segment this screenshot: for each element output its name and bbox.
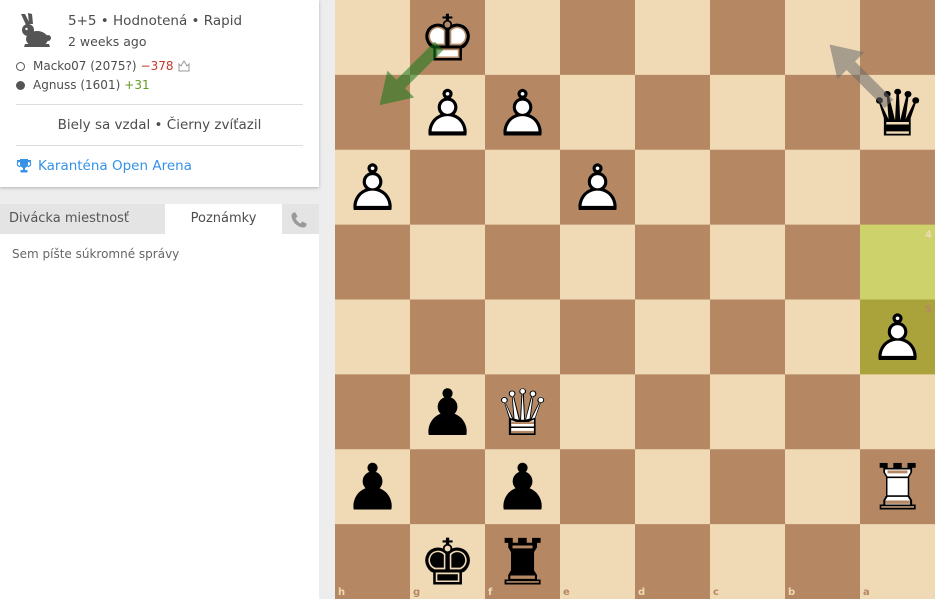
- file-label-f: f: [488, 587, 493, 598]
- square-f5[interactable]: [485, 299, 561, 375]
- square-e1[interactable]: [560, 0, 636, 76]
- rank-label-3: 3: [925, 155, 932, 166]
- square-g3[interactable]: [410, 149, 486, 226]
- white-pawn-h3[interactable]: ♙: [344, 152, 401, 226]
- phone-icon[interactable]: [290, 211, 308, 229]
- square-b4[interactable]: [785, 224, 861, 300]
- trophy-icon: [16, 159, 32, 173]
- file-label-c: c: [713, 587, 719, 598]
- square-d7[interactable]: [635, 449, 711, 525]
- player-white: Macko07 (2075?) −378: [16, 59, 191, 73]
- square-a8[interactable]: [860, 524, 935, 599]
- game-title: 5+5 • Hodnotená • Rapid: [68, 13, 243, 29]
- square-a6[interactable]: [860, 374, 935, 450]
- square-e6[interactable]: [560, 374, 636, 450]
- square-e2[interactable]: [560, 74, 636, 151]
- square-b8[interactable]: [785, 524, 861, 599]
- white-color-dot: [16, 61, 25, 71]
- file-label-b: b: [788, 587, 795, 598]
- square-h1[interactable]: [335, 0, 411, 76]
- square-g7[interactable]: [410, 449, 486, 525]
- white-queen-f6[interactable]: ♕: [494, 377, 551, 451]
- square-f1[interactable]: [485, 0, 561, 76]
- square-d6[interactable]: [635, 374, 711, 450]
- rank-label-4: 4: [925, 230, 932, 241]
- square-e7[interactable]: [560, 449, 636, 525]
- notes-placeholder: Sem píšte súkromné správy: [12, 247, 180, 261]
- divider: [16, 145, 303, 146]
- file-label-d: d: [638, 587, 645, 598]
- square-d1[interactable]: [635, 0, 711, 76]
- player-white-rating-diff: −378: [140, 59, 174, 73]
- file-label-a: a: [863, 587, 870, 598]
- square-a1[interactable]: [860, 0, 935, 76]
- square-d3[interactable]: [635, 149, 711, 226]
- black-king-g8[interactable]: ♚: [419, 527, 476, 599]
- square-c3[interactable]: [710, 149, 786, 226]
- square-c5[interactable]: [710, 299, 786, 375]
- black-pawn-h7[interactable]: ♟: [344, 452, 401, 526]
- square-e4[interactable]: [560, 224, 636, 300]
- tab-spectator-room[interactable]: Divácka miestnosť: [9, 204, 129, 234]
- square-a4[interactable]: [860, 224, 935, 300]
- rank-label-6: 6: [925, 379, 932, 390]
- square-e5[interactable]: [560, 299, 636, 375]
- player-white-name[interactable]: Macko07 (2075?): [33, 59, 137, 73]
- black-rook-f8[interactable]: ♜: [494, 527, 551, 599]
- square-b6[interactable]: [785, 374, 861, 450]
- tournament-link[interactable]: Karanténa Open Arena: [16, 158, 192, 174]
- game-date: 2 weeks ago: [68, 34, 147, 49]
- game-info-card: 5+5 • Hodnotená • Rapid 2 weeks ago Mack…: [0, 0, 319, 187]
- white-pawn-a5[interactable]: ♙: [869, 302, 926, 376]
- square-d8[interactable]: [635, 524, 711, 599]
- square-d2[interactable]: [635, 74, 711, 151]
- square-c7[interactable]: [710, 449, 786, 525]
- square-b2[interactable]: [785, 74, 861, 151]
- white-pawn-f2[interactable]: ♙: [494, 77, 551, 151]
- square-c2[interactable]: [710, 74, 786, 151]
- square-c6[interactable]: [710, 374, 786, 450]
- square-c8[interactable]: [710, 524, 786, 599]
- square-c4[interactable]: [710, 224, 786, 300]
- square-e8[interactable]: [560, 524, 636, 599]
- white-rook-a7[interactable]: ♖: [869, 452, 926, 526]
- square-f3[interactable]: [485, 149, 561, 226]
- player-black-rating-diff: +31: [124, 78, 150, 92]
- game-result: Biely sa vzdal • Čierny zvíťazil: [57, 117, 262, 133]
- divider: [16, 104, 303, 105]
- black-pawn-g6[interactable]: ♟: [419, 377, 476, 451]
- file-label-h: h: [338, 587, 345, 598]
- black-color-dot: [16, 80, 25, 90]
- square-g5[interactable]: [410, 299, 486, 375]
- square-h4[interactable]: [335, 224, 411, 300]
- tab-notes[interactable]: Poznámky: [165, 204, 282, 234]
- berserk-icon: [178, 60, 189, 72]
- square-d4[interactable]: [635, 224, 711, 300]
- rank-label-8: 8: [925, 529, 932, 540]
- black-pawn-f7[interactable]: ♟: [494, 452, 551, 526]
- square-h6[interactable]: [335, 374, 411, 450]
- rabbit-icon: [21, 13, 51, 47]
- square-a3[interactable]: [860, 149, 935, 226]
- rank-label-1: 1: [925, 5, 932, 16]
- square-b5[interactable]: [785, 299, 861, 375]
- player-black-name[interactable]: Agnuss (1601): [33, 78, 120, 92]
- square-f4[interactable]: [485, 224, 561, 300]
- square-d5[interactable]: [635, 299, 711, 375]
- file-label-e: e: [563, 587, 570, 598]
- square-g4[interactable]: [410, 224, 486, 300]
- white-pawn-g2[interactable]: ♙: [419, 77, 476, 151]
- square-b7[interactable]: [785, 449, 861, 525]
- square-b3[interactable]: [785, 149, 861, 226]
- white-pawn-e3[interactable]: ♙: [569, 152, 626, 226]
- square-h8[interactable]: [335, 524, 411, 599]
- square-h5[interactable]: [335, 299, 411, 375]
- tournament-name: Karanténa Open Arena: [38, 158, 192, 174]
- notes-textarea[interactable]: Sem píšte súkromné správy: [0, 234, 319, 599]
- chess-board[interactable]: h g f e d c b a12345678 ♚♔♟♙ ♟♙ ♛♟♙ ♟♙♟♙♟ ♛♕♟ ♟ ♜♖♚ ♜: [335, 0, 935, 599]
- player-black: Agnuss (1601) +31: [16, 78, 150, 92]
- square-c1[interactable]: [710, 0, 786, 76]
- chat-tabs: Divácka miestnosť Poznámky: [0, 204, 319, 234]
